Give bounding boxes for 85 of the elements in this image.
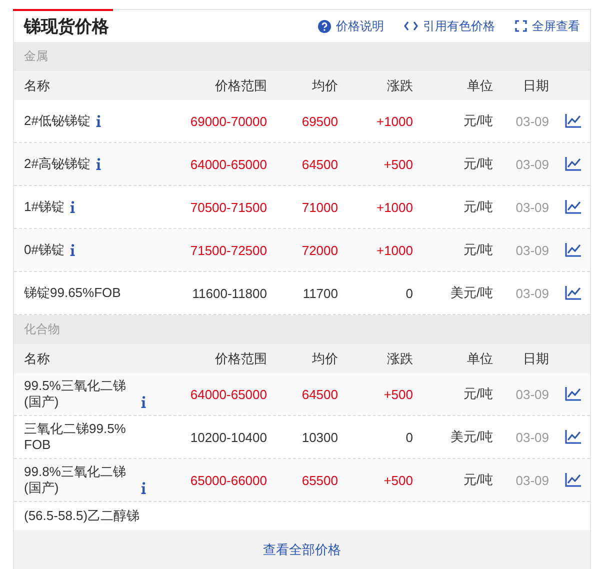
- price-change: +500: [382, 156, 413, 172]
- product-name: 99.8%三氧化二锑(国产): [24, 464, 127, 496]
- category-header: 金属: [14, 42, 590, 71]
- view-all-link[interactable]: 查看全部价格: [263, 540, 341, 558]
- column-header: 单位: [466, 350, 493, 368]
- info-icon[interactable]: [70, 201, 76, 213]
- code-icon: [404, 21, 418, 31]
- column-header: 涨跌: [386, 76, 413, 94]
- average-price: 10300: [300, 430, 338, 444]
- line-chart-icon[interactable]: [564, 157, 580, 171]
- column-header: 均价: [311, 350, 338, 368]
- average-price: 71000: [300, 200, 338, 214]
- line-chart-icon[interactable]: [564, 473, 580, 487]
- column-header: 名称: [24, 350, 51, 368]
- line-chart-icon[interactable]: [564, 286, 580, 300]
- unit: 元/吨: [462, 241, 493, 259]
- product-name: 99.5%三氧化二锑(国产): [24, 378, 127, 410]
- product-name: 三氧化二锑99.5% FOB: [24, 421, 127, 453]
- fullscreen-icon: [515, 20, 527, 32]
- unit: 美元/吨: [449, 284, 493, 302]
- line-chart-icon[interactable]: [564, 387, 580, 401]
- unit: 元/吨: [462, 471, 493, 489]
- category-header: 化合物: [14, 315, 590, 344]
- fullscreen-link[interactable]: 全屏查看: [515, 18, 580, 34]
- column-header: 涨跌: [386, 350, 413, 368]
- average-price: 64500: [300, 386, 338, 402]
- column-header: 日期: [522, 76, 549, 94]
- date: 03-09: [514, 472, 549, 488]
- date: 03-09: [514, 242, 549, 258]
- line-chart-icon[interactable]: [564, 114, 580, 128]
- date: 03-09: [514, 114, 549, 128]
- product-name: 2#低铋锑锭: [24, 113, 90, 129]
- date: 03-09: [514, 200, 549, 214]
- product-name: 0#锑锭: [24, 242, 64, 258]
- price-change: 0: [404, 430, 413, 444]
- price-change: +500: [382, 386, 413, 402]
- info-icon[interactable]: [70, 244, 76, 256]
- product-name: 锑锭99.65%FOB: [24, 285, 121, 301]
- price-change: 0: [404, 286, 413, 300]
- product-name: 1#锑锭: [24, 199, 64, 215]
- column-header: 名称: [24, 76, 51, 94]
- average-price: 69500: [300, 114, 338, 128]
- info-icon[interactable]: [96, 115, 102, 127]
- embed-link[interactable]: 引用有色价格: [404, 18, 495, 34]
- panel-title: 锑现货价格: [24, 16, 110, 38]
- price-range: 69000-70000: [189, 114, 267, 128]
- help-link[interactable]: 价格说明: [318, 18, 384, 34]
- column-header: 日期: [522, 350, 549, 368]
- unit: 元/吨: [462, 112, 493, 130]
- date: 03-09: [514, 156, 549, 172]
- product-name: 2#高铋锑锭: [24, 156, 90, 172]
- average-price: 64500: [300, 156, 338, 172]
- price-change: +500: [382, 472, 413, 488]
- price-change: +1000: [375, 114, 413, 128]
- date: 03-09: [514, 386, 549, 402]
- line-chart-icon[interactable]: [564, 243, 580, 257]
- average-price: 72000: [300, 242, 338, 258]
- date: 03-09: [514, 430, 549, 444]
- line-chart-icon[interactable]: [564, 430, 580, 444]
- price-range: 64000-65000: [189, 386, 267, 402]
- price-range: 64000-65000: [189, 156, 267, 172]
- unit: 元/吨: [462, 155, 493, 173]
- unit: 美元/吨: [449, 428, 493, 446]
- price-range: 65000-66000: [189, 472, 267, 488]
- column-header: 单位: [466, 76, 493, 94]
- price-change: +1000: [375, 242, 413, 258]
- price-range: 70500-71500: [189, 200, 267, 214]
- unit: 元/吨: [462, 385, 493, 403]
- date: 03-09: [514, 286, 549, 300]
- price-change: +1000: [375, 200, 413, 214]
- unit: 元/吨: [462, 198, 493, 216]
- price-range: 10200-10400: [189, 430, 267, 444]
- product-name: (56.5-58.5)乙二醇锑: [24, 508, 140, 524]
- info-icon[interactable]: [141, 396, 146, 408]
- average-price: 11700: [302, 286, 338, 300]
- price-range: 71500-72500: [189, 242, 267, 258]
- column-header: 价格范围: [214, 76, 267, 94]
- info-icon[interactable]: [96, 158, 102, 170]
- help-icon: [318, 20, 331, 32]
- line-chart-icon[interactable]: [564, 200, 580, 214]
- info-icon[interactable]: [141, 482, 146, 494]
- column-header: 价格范围: [214, 350, 267, 368]
- price-range: 11600-11800: [191, 286, 267, 300]
- column-header: 均价: [311, 76, 338, 94]
- average-price: 65500: [300, 472, 338, 488]
